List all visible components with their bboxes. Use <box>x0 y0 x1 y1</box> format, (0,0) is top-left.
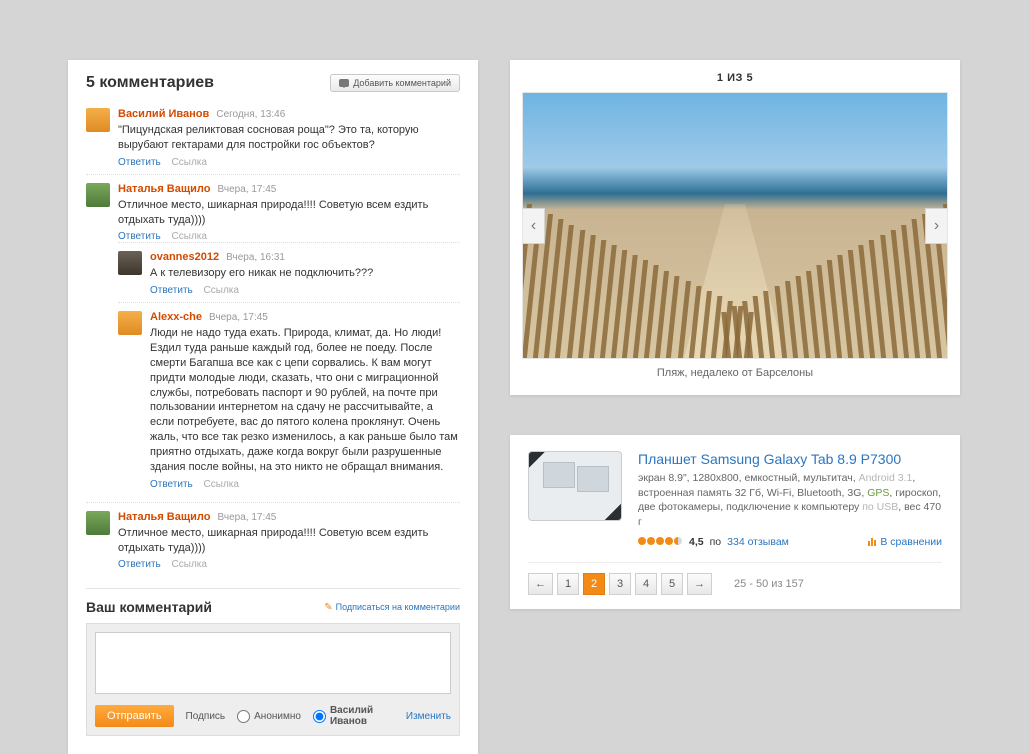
gallery-counter: 1 ИЗ 5 <box>522 70 948 92</box>
named-radio-input[interactable] <box>313 710 326 723</box>
add-comment-label: Добавить комментарий <box>353 78 451 88</box>
comment: Наталья Ващило Вчера, 17:45 Отличное мес… <box>86 502 460 577</box>
add-comment-button[interactable]: Добавить комментарий <box>330 74 460 92</box>
page-4-button[interactable]: 4 <box>635 573 657 595</box>
pencil-icon: ✎ <box>324 602 332 613</box>
product-description: экран 8.9", 1280x800, емкостный, мультит… <box>638 471 942 530</box>
comment: Василий Иванов Сегодня, 13:46 "Пицундска… <box>86 100 460 174</box>
comment-timestamp: Вчера, 17:45 <box>209 312 268 323</box>
page-2-button[interactable]: 2 <box>583 573 605 595</box>
rating-dots-icon <box>638 536 683 548</box>
permalink-link[interactable]: Ссылка <box>172 157 207 168</box>
reply-link[interactable]: Ответить <box>118 157 161 168</box>
avatar[interactable] <box>118 311 142 335</box>
pagination: ← 1 2 3 4 5 → 25 - 50 из 157 <box>528 562 942 595</box>
comment-text: Отличное место, шикарная природа!!!! Сов… <box>118 198 460 228</box>
permalink-link[interactable]: Ссылка <box>204 479 239 490</box>
reply-link[interactable]: Ответить <box>150 285 193 296</box>
avatar[interactable] <box>118 251 142 275</box>
comment-timestamp: Сегодня, 13:46 <box>216 109 285 120</box>
avatar[interactable] <box>86 108 110 132</box>
permalink-link[interactable]: Ссылка <box>172 231 207 242</box>
anon-radio-label: Анонимно <box>254 711 301 722</box>
named-radio[interactable]: Василий Иванов <box>313 705 394 727</box>
change-link[interactable]: Изменить <box>406 711 451 722</box>
anon-radio-input[interactable] <box>237 710 250 723</box>
comment-author[interactable]: Alexx-che <box>150 311 202 323</box>
permalink-link[interactable]: Ссылка <box>204 285 239 296</box>
bars-icon <box>868 538 876 546</box>
page-next-button[interactable]: → <box>687 573 712 595</box>
product-title[interactable]: Планшет Samsung Galaxy Tab 8.9 P7300 <box>638 451 942 467</box>
comment-timestamp: Вчера, 17:45 <box>218 184 277 195</box>
gallery-next-button[interactable]: › <box>925 208 947 244</box>
arrow-right-icon: → <box>694 578 705 590</box>
gallery-prev-button[interactable]: ‹ <box>523 208 545 244</box>
comment-text: А к телевизору его никак не подключить??… <box>150 266 460 281</box>
comment-author[interactable]: Василий Иванов <box>118 108 209 120</box>
comment-timestamp: Вчера, 17:45 <box>218 512 277 523</box>
comment-form: Ваш комментарий ✎ Подписаться на коммент… <box>86 588 460 736</box>
comment-author[interactable]: Наталья Ващило <box>118 183 210 195</box>
comment-text: "Пицундская реликтовая сосновая роща"? Э… <box>118 123 460 153</box>
product-thumbnail[interactable] <box>528 451 622 521</box>
subscribe-link[interactable]: ✎ Подписаться на комментарии <box>324 602 460 613</box>
comment-textarea[interactable] <box>95 632 451 694</box>
signature-label: Подпись <box>186 711 226 722</box>
reply-link[interactable]: Ответить <box>118 231 161 242</box>
comments-panel: 5 комментариев Добавить комментарий Васи… <box>68 60 478 754</box>
comment-author[interactable]: ovannes2012 <box>150 251 219 263</box>
comment-text: Люди не надо туда ехать. Природа, климат… <box>150 326 460 474</box>
comment-text: Отличное место, шикарная природа!!!! Сов… <box>118 526 460 556</box>
comments-heading: 5 комментариев <box>86 74 214 92</box>
avatar[interactable] <box>86 511 110 535</box>
avatar[interactable] <box>86 183 110 207</box>
reviews-link[interactable]: 334 отзывам <box>727 536 789 548</box>
compare-link[interactable]: В сравнении <box>868 536 942 548</box>
gallery-image <box>523 93 947 358</box>
comment: Наталья Ващило Вчера, 17:45 Отличное мес… <box>86 174 460 502</box>
reply-link[interactable]: Ответить <box>150 479 193 490</box>
permalink-link[interactable]: Ссылка <box>172 559 207 570</box>
chevron-right-icon: › <box>934 217 939 235</box>
compare-label: В сравнении <box>880 536 942 548</box>
page-5-button[interactable]: 5 <box>661 573 683 595</box>
subscribe-label: Подписаться на комментарии <box>336 602 460 612</box>
chevron-left-icon: ‹ <box>531 217 536 235</box>
comment-nested: ovannes2012 Вчера, 16:31 А к телевизору … <box>118 242 460 302</box>
page-prev-button[interactable]: ← <box>528 573 553 595</box>
comment-author[interactable]: Наталья Ващило <box>118 511 210 523</box>
gallery-panel: 1 ИЗ 5 ‹ › Пляж, недалеко от Барселоны <box>510 60 960 395</box>
send-button[interactable]: Отправить <box>95 705 174 727</box>
comment-nested: Alexx-che Вчера, 17:45 Люди не надо туда… <box>118 302 460 495</box>
page-1-button[interactable]: 1 <box>557 573 579 595</box>
comment-timestamp: Вчера, 16:31 <box>226 252 285 263</box>
page-range-label: 25 - 50 из 157 <box>734 578 804 590</box>
arrow-left-icon: ← <box>535 578 546 590</box>
anon-radio[interactable]: Анонимно <box>237 710 301 723</box>
speech-bubble-icon <box>339 79 349 87</box>
gallery-frame: ‹ › <box>522 92 948 359</box>
reply-link[interactable]: Ответить <box>118 559 161 570</box>
named-radio-label: Василий Иванов <box>330 705 394 727</box>
gallery-caption: Пляж, недалеко от Барселоны <box>522 359 948 381</box>
rating-value: 4,5 <box>689 536 704 548</box>
page-3-button[interactable]: 3 <box>609 573 631 595</box>
product-panel: Планшет Samsung Galaxy Tab 8.9 P7300 экр… <box>510 435 960 609</box>
comment-form-heading: Ваш комментарий <box>86 599 212 615</box>
